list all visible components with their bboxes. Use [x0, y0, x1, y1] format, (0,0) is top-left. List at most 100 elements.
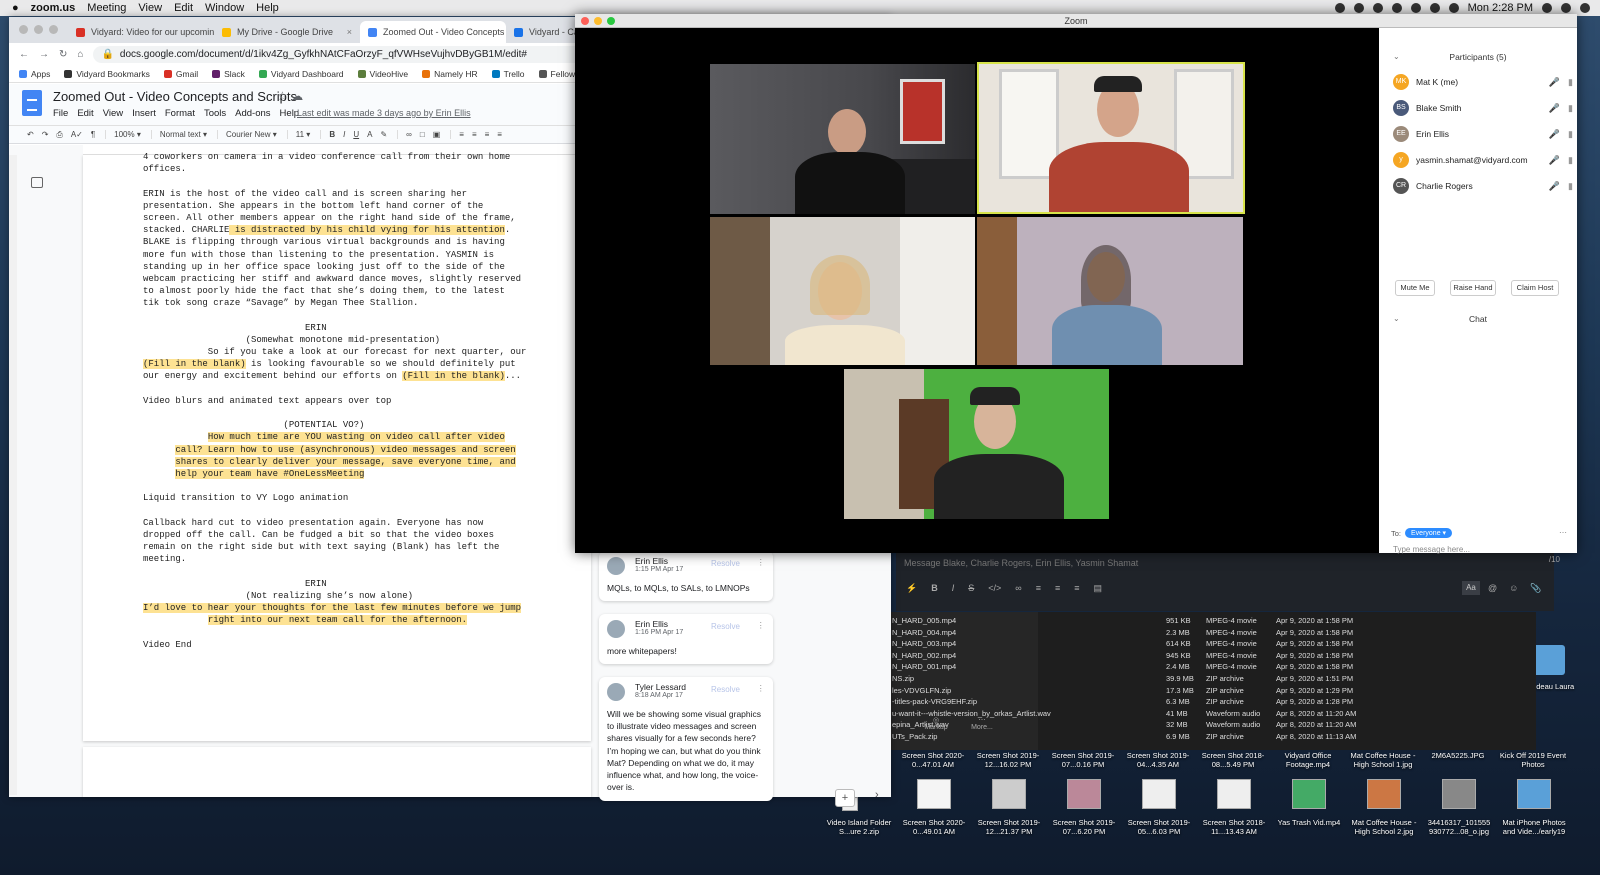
last-edit-link[interactable]: Last edit was made 3 days ago by Erin El…: [297, 108, 471, 118]
more-options-icon[interactable]: ⋮: [757, 620, 766, 631]
menubar-edit[interactable]: Edit: [174, 2, 193, 14]
bookmark-0[interactable]: Apps: [19, 69, 50, 79]
apple-icon[interactable]: ●: [12, 2, 19, 14]
bookmark-6[interactable]: Namely HR: [422, 69, 478, 79]
file-row[interactable]: UTs_Pack.zip 6.9 MB ZIP archive Apr 8, 2020…: [888, 732, 1384, 744]
bookmark-2[interactable]: Gmail: [163, 69, 198, 79]
font-select[interactable]: Courier New ▾: [226, 130, 288, 139]
reload-icon[interactable]: ↻: [59, 49, 67, 60]
microphone-icon[interactable]: 🎤: [1549, 129, 1560, 140]
message-input[interactable]: Message Blake, Charlie Rogers, Erin Elli…: [904, 558, 1138, 568]
docs-menu-1[interactable]: Edit: [77, 108, 93, 119]
redo-icon[interactable]: ↷: [42, 130, 49, 139]
volume-icon[interactable]: [1429, 3, 1440, 13]
maximize-window-button[interactable]: [49, 25, 58, 34]
menubar-help[interactable]: Help: [256, 2, 279, 14]
bold-icon[interactable]: B: [329, 130, 335, 139]
text-format-button[interactable]: Aa: [1462, 581, 1480, 595]
desktop-file-label[interactable]: Screen Shot 2018-08...5.49 PM: [1197, 751, 1269, 769]
resolve-button[interactable]: Resolve: [711, 685, 740, 694]
desktop-file-label[interactable]: Screen Shot 2020-0...49.01 AM: [897, 818, 971, 836]
close-window-button[interactable]: [19, 25, 28, 34]
zoom-select[interactable]: 100% ▾: [114, 130, 152, 139]
url-field[interactable]: 🔒 docs.google.com/document/d/1ikv4Zg_Gyfk…: [93, 45, 591, 63]
justify-icon[interactable]: ≡: [497, 130, 502, 139]
file-thumbnail-icon[interactable]: [917, 779, 951, 809]
file-row[interactable]: N_HARD_003.mp4 614 KB MPEG-4 movie Apr 9, 2…: [888, 639, 1384, 651]
desktop-file-label[interactable]: Screen Shot 2019-12...21.37 PM: [972, 818, 1046, 836]
mention-icon[interactable]: @: [1488, 583, 1497, 594]
recipient-select[interactable]: Everyone ▾: [1405, 528, 1453, 538]
video-camera-icon[interactable]: ▮: [1568, 103, 1573, 114]
microphone-icon[interactable]: 🎤: [1549, 181, 1560, 192]
file-thumbnail-icon[interactable]: [1142, 779, 1176, 809]
doc-page-next[interactable]: [83, 747, 591, 797]
desktop-right-label[interactable]: ...deau Laura: [1530, 682, 1574, 691]
italic-icon[interactable]: I: [952, 583, 955, 594]
comment-card[interactable]: Erin Ellis 1:15 PM Apr 17 Resolve ⋮ MQLs, to…: [599, 551, 773, 601]
file-thumbnail-icon[interactable]: [1292, 779, 1326, 809]
raise-hand-button[interactable]: Raise Hand: [1450, 280, 1496, 296]
forward-icon[interactable]: →: [39, 49, 49, 60]
docs-menu-2[interactable]: View: [103, 108, 123, 119]
doc-title[interactable]: Zoomed Out - Video Concepts and Scripts: [53, 89, 297, 104]
desktop-file-label[interactable]: Screen Shot 2019-04...4.35 AM: [1122, 751, 1194, 769]
mute-me-button[interactable]: Mute Me: [1395, 280, 1435, 296]
desktop-file-label[interactable]: Screen Shot 2019-07...0.16 PM: [1047, 751, 1119, 769]
desktop-file-label[interactable]: Kick Off 2019 Event Photos: [1497, 751, 1569, 769]
docs-logo-icon[interactable]: [22, 90, 42, 116]
docs-menu-3[interactable]: Insert: [132, 108, 156, 119]
desktop-file-label[interactable]: Screen Shot 2019-05...6.03 PM: [1122, 818, 1196, 836]
video-tile-blake[interactable]: [977, 62, 1245, 214]
bold-icon[interactable]: B: [931, 583, 938, 594]
more-icon[interactable]: ⋯: [1559, 528, 1567, 537]
desktop-file-label[interactable]: Mat iPhone Photos and Vide.../early19: [1497, 818, 1571, 836]
menubar-meeting[interactable]: Meeting: [87, 2, 126, 14]
folder-icon[interactable]: [1533, 645, 1565, 675]
bookmark-5[interactable]: VideoHive: [357, 69, 408, 79]
video-tile-yasmin[interactable]: [977, 217, 1243, 365]
menubar-clock[interactable]: Mon 2:28 PM: [1468, 2, 1533, 14]
wifi-icon[interactable]: [1410, 3, 1421, 13]
minimize-window-button[interactable]: [594, 17, 602, 25]
paint-format-icon[interactable]: ¶: [91, 130, 107, 139]
menubar-app-name[interactable]: zoom.us: [31, 2, 76, 14]
markup-button[interactable]: ◎ Markup: [918, 716, 954, 731]
bullet-list-icon[interactable]: ≡: [1055, 583, 1060, 594]
file-thumbnail-icon[interactable]: [1442, 779, 1476, 809]
maximize-window-button[interactable]: [607, 17, 615, 25]
add-comment-button[interactable]: +: [835, 789, 855, 807]
comment-icon[interactable]: □: [420, 130, 425, 139]
align-center-icon[interactable]: ≡: [472, 130, 477, 139]
desktop-file-label[interactable]: 34416317_101555 930772...08_o.jpg: [1422, 818, 1496, 836]
microphone-icon[interactable]: 🎤: [1549, 103, 1560, 114]
file-thumbnail-icon[interactable]: [992, 779, 1026, 809]
microphone-icon[interactable]: 🎤: [1549, 155, 1560, 166]
desktop-file-label[interactable]: Screen Shot 2019-07...6.20 PM: [1047, 818, 1121, 836]
desktop-file-label[interactable]: Screen Shot 2019-12...16.02 PM: [972, 751, 1044, 769]
outline-icon[interactable]: [31, 177, 43, 188]
video-camera-icon[interactable]: ▮: [1568, 129, 1573, 140]
cloud-icon[interactable]: [1372, 3, 1383, 13]
font-size-select[interactable]: 11 ▾: [296, 130, 322, 139]
strike-icon[interactable]: S: [968, 583, 974, 594]
file-row[interactable]: N_HARD_002.mp4 945 KB MPEG-4 movie Apr 9, 2…: [888, 651, 1384, 663]
menubar-view[interactable]: View: [138, 2, 162, 14]
text-color-icon[interactable]: A: [367, 130, 372, 139]
file-row[interactable]: epina_Artlist.wav 32 MB Waveform audio Apr …: [888, 720, 1384, 732]
tab-google-doc[interactable]: Zoomed Out - Video Concepts a×: [360, 21, 506, 43]
bookmark-3[interactable]: Slack: [212, 69, 245, 79]
file-row[interactable]: N_HARD_001.mp4 2.4 MB MPEG-4 movie Apr 9, 2…: [888, 662, 1384, 674]
docs-menu-4[interactable]: Format: [165, 108, 195, 119]
script-text[interactable]: 4 coworkers on camera in a video confere…: [143, 151, 543, 651]
file-thumbnail-icon[interactable]: [1217, 779, 1251, 809]
docs-menu-6[interactable]: Add-ons: [235, 108, 270, 119]
more-options-icon[interactable]: ⋮: [757, 683, 766, 694]
video-camera-icon[interactable]: ▮: [1568, 155, 1573, 166]
file-row[interactable]: -titles-pack-VRG9EHF.zip 6.3 MB ZIP archiv…: [888, 697, 1384, 709]
participant-row[interactable]: y yasmin.shamat@vidyard.com 🎤 ▮: [1393, 150, 1573, 170]
chat-input[interactable]: Type message here...: [1393, 545, 1470, 554]
record-icon[interactable]: [1334, 3, 1345, 13]
comment-card[interactable]: Erin Ellis 1:16 PM Apr 17 Resolve ⋮ more whi…: [599, 614, 773, 664]
image-icon[interactable]: ▣: [433, 130, 452, 139]
